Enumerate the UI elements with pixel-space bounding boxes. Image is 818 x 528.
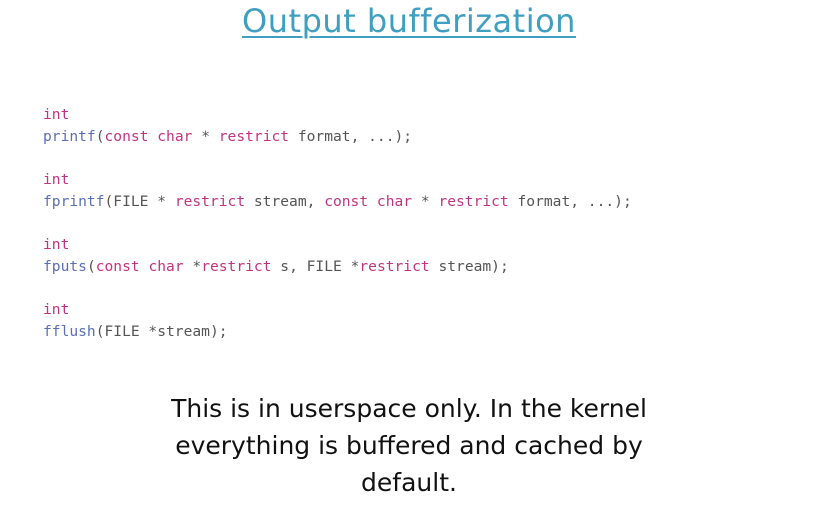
code-token: * [183, 257, 202, 275]
code-token: fputs [43, 257, 87, 275]
code-token: s, FILE * [271, 257, 360, 275]
return-type: int [43, 106, 70, 123]
return-type: int [43, 171, 70, 188]
slide-title: Output bufferization [242, 2, 576, 40]
code-token: stream); [429, 257, 509, 275]
code-block: int fflush(FILE *stream); [43, 299, 632, 342]
code-token: restrict [359, 257, 430, 275]
return-type: int [43, 236, 70, 253]
code-token: char [148, 257, 184, 275]
code-token: const [95, 257, 140, 275]
code-block: int printf(const char * restrict format, … [43, 104, 632, 147]
note-text: This is in userspace only. In the kernel… [0, 390, 818, 501]
code-token: * [192, 127, 219, 145]
code-token: fprintf [43, 192, 105, 210]
code-token: (FILE *stream); [95, 322, 228, 340]
code-token: const [324, 192, 369, 210]
code-token: char [157, 127, 193, 145]
code-token: ( [95, 127, 105, 145]
code-token: (FILE * [104, 192, 175, 210]
code-token: fflush [43, 322, 96, 340]
note-line: This is in userspace only. In the kernel [171, 394, 647, 423]
code-token: * [412, 192, 439, 210]
code-block: int fputs(const char *restrict s, FILE *r… [43, 234, 632, 277]
code-token: ( [86, 257, 96, 275]
note-line: everything is buffered and cached by [175, 431, 643, 460]
code-token: restrict [174, 192, 246, 210]
code-token: stream, [245, 192, 325, 210]
code-token: printf [43, 127, 96, 145]
code-token: format, ...); [508, 192, 632, 210]
code-token: restrict [218, 127, 290, 145]
function-signature: fflush(FILE *stream); [43, 321, 632, 343]
function-signature: fprintf(FILE * restrict stream, const ch… [43, 191, 632, 213]
function-signature: fputs(const char *restrict s, FILE *rest… [43, 256, 632, 278]
code-token: restrict [438, 192, 509, 210]
code-block: int fprintf(FILE * restrict stream, const… [43, 169, 632, 212]
function-signature: printf(const char * restrict format, ...… [43, 126, 632, 148]
code-token: format, ...); [289, 127, 413, 145]
note-line: default. [361, 468, 457, 497]
return-type: int [43, 301, 70, 318]
code-token: const [104, 127, 149, 145]
code-token: char [376, 192, 413, 210]
code-listing: int printf(const char * restrict format, … [43, 104, 632, 364]
code-token: restrict [201, 257, 272, 275]
